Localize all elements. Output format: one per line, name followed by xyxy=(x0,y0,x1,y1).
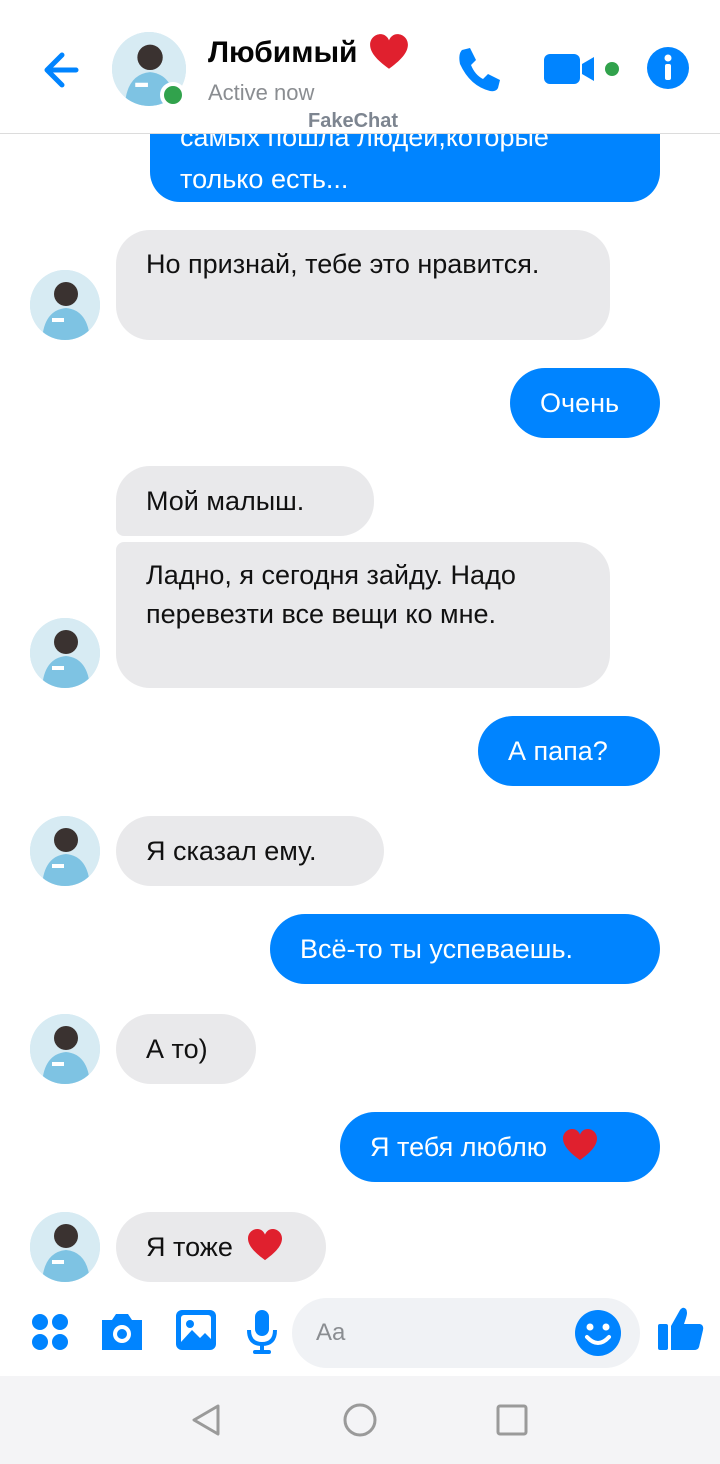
message-outgoing[interactable]: Очень xyxy=(510,368,660,438)
message-text: Очень xyxy=(540,388,620,418)
red-heart-icon xyxy=(246,1228,284,1262)
back-arrow-icon[interactable] xyxy=(36,44,88,96)
message-outgoing[interactable]: Я тебя люблю xyxy=(340,1112,660,1182)
message-incoming[interactable]: А то) xyxy=(116,1014,256,1084)
message-incoming[interactable]: Но признай, тебе это нравится. xyxy=(116,230,610,340)
nav-back-icon[interactable] xyxy=(188,1402,224,1438)
message-text: Ладно, я сегодня зайду. Надо перевезти в… xyxy=(146,560,516,629)
message-text: Я тебя люблю xyxy=(370,1132,548,1162)
contact-name[interactable]: Любимый xyxy=(208,36,358,70)
message-text: Мой малыш. xyxy=(146,486,305,516)
sender-avatar[interactable] xyxy=(30,1212,100,1282)
message-composer xyxy=(0,1294,720,1376)
smiley-icon[interactable] xyxy=(574,1309,622,1357)
nav-recents-icon[interactable] xyxy=(494,1402,530,1438)
camera-icon[interactable] xyxy=(98,1310,146,1354)
message-incoming[interactable]: Ладно, я сегодня зайду. Надо перевезти в… xyxy=(116,542,610,688)
message-outgoing[interactable]: А папа? xyxy=(478,716,660,786)
message-list[interactable]: самых пошла людей,которые только есть...… xyxy=(0,134,720,1294)
system-navigation-bar xyxy=(0,1376,720,1464)
message-text: Но признай, тебе это нравится. xyxy=(146,249,540,279)
online-status-dot xyxy=(160,82,186,108)
active-status: Active now xyxy=(208,80,315,105)
message-text: Я сказал ему. xyxy=(146,836,317,866)
nav-home-icon[interactable] xyxy=(342,1402,378,1438)
watermark: FakeChat xyxy=(308,110,399,132)
message-outgoing[interactable]: Всё-то ты успеваешь. xyxy=(270,914,660,984)
message-text: Я тоже xyxy=(146,1232,233,1262)
sender-avatar[interactable] xyxy=(30,270,100,340)
microphone-icon[interactable] xyxy=(246,1308,278,1356)
apps-grid-icon[interactable] xyxy=(30,1312,70,1352)
sender-avatar[interactable] xyxy=(30,1014,100,1084)
message-text: А то) xyxy=(146,1034,208,1064)
red-heart-icon xyxy=(368,32,410,74)
message-text: самых пошла людей,которые только есть... xyxy=(180,134,549,194)
message-input-container[interactable] xyxy=(292,1298,640,1368)
message-incoming[interactable]: Я сказал ему. xyxy=(116,816,384,886)
phone-icon[interactable] xyxy=(452,44,504,96)
message-text: А папа? xyxy=(508,736,608,766)
info-icon[interactable] xyxy=(646,46,690,90)
sender-avatar[interactable] xyxy=(30,816,100,886)
message-input[interactable] xyxy=(316,1298,576,1368)
red-heart-icon xyxy=(561,1128,599,1162)
message-incoming[interactable]: Мой малыш. xyxy=(116,466,374,536)
message-incoming[interactable]: Я тоже xyxy=(116,1212,326,1282)
message-text: Всё-то ты успеваешь. xyxy=(300,934,574,964)
sender-avatar[interactable] xyxy=(30,618,100,688)
image-icon[interactable] xyxy=(174,1308,218,1352)
video-camera-icon[interactable] xyxy=(544,48,619,90)
chat-header: Любимый Active now FakeChat xyxy=(0,0,720,134)
message-outgoing[interactable]: самых пошла людей,которые только есть... xyxy=(150,134,660,202)
thumbs-up-icon[interactable] xyxy=(656,1304,706,1354)
